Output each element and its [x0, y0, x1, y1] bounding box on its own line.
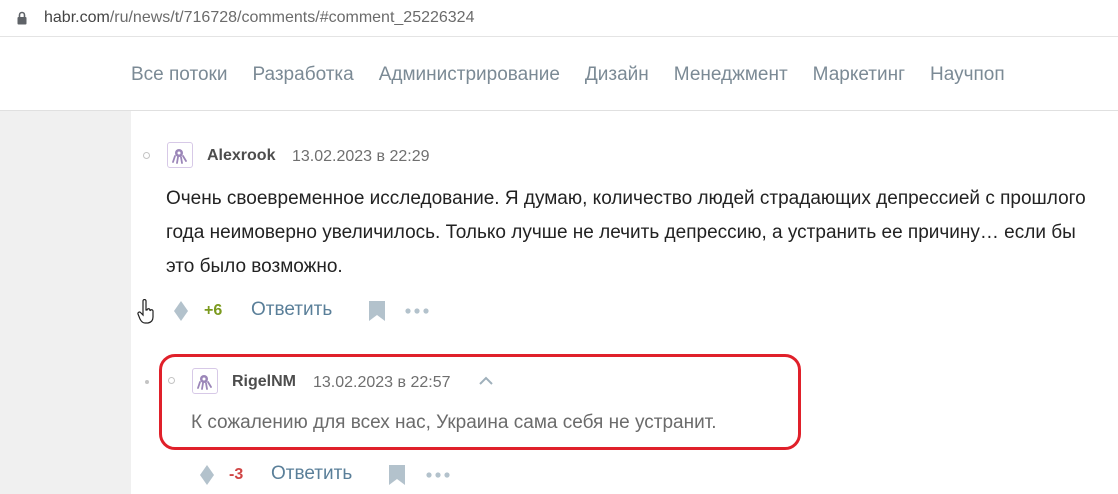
- thread-bullet: [143, 152, 150, 159]
- avatar[interactable]: [167, 142, 193, 168]
- bookmark-icon[interactable]: [369, 301, 385, 321]
- reply-button[interactable]: Ответить: [271, 463, 352, 485]
- vote-icon[interactable]: [200, 465, 214, 485]
- lock-icon: [17, 11, 27, 25]
- nav-menu: Все потоки Разработка Администрирование …: [131, 64, 1005, 86]
- comment-score: +6: [204, 302, 223, 319]
- reply-button[interactable]: Ответить: [251, 299, 332, 321]
- url-text[interactable]: habr.com/ru/news/t/716728/comments/#comm…: [44, 9, 474, 27]
- site-nav-bar: Все потоки Разработка Администрирование …: [0, 37, 1118, 111]
- nav-item-popsci[interactable]: Научпоп: [930, 64, 1005, 86]
- nav-item-administration[interactable]: Администрирование: [379, 64, 560, 86]
- browser-address-bar[interactable]: habr.com/ru/news/t/716728/comments/#comm…: [0, 0, 1118, 37]
- more-icon[interactable]: [405, 308, 429, 314]
- nav-item-all[interactable]: Все потоки: [131, 64, 227, 86]
- comment-text: Очень своевременное исследование. Я дума…: [166, 188, 1086, 277]
- comment-author[interactable]: Alexrook: [207, 147, 275, 165]
- nav-item-development[interactable]: Разработка: [252, 64, 353, 86]
- more-icon[interactable]: [426, 472, 450, 478]
- comment-time[interactable]: 13.02.2023 в 22:29: [292, 148, 430, 166]
- thread-dot: [145, 380, 149, 384]
- url-host: habr.com: [44, 9, 110, 26]
- bookmark-icon[interactable]: [389, 465, 405, 485]
- nav-item-marketing[interactable]: Маркетинг: [813, 64, 905, 86]
- comment-score: -3: [229, 466, 244, 483]
- avatar-icon: [172, 149, 187, 164]
- nav-item-design[interactable]: Дизайн: [585, 64, 649, 86]
- nav-item-management[interactable]: Менеджмент: [674, 64, 788, 86]
- hand-cursor-icon: [137, 299, 154, 324]
- highlight-frame: [159, 354, 801, 450]
- url-path: /ru/news/t/716728/comments/#comment_2522…: [109, 9, 475, 26]
- vote-icon[interactable]: [174, 301, 188, 321]
